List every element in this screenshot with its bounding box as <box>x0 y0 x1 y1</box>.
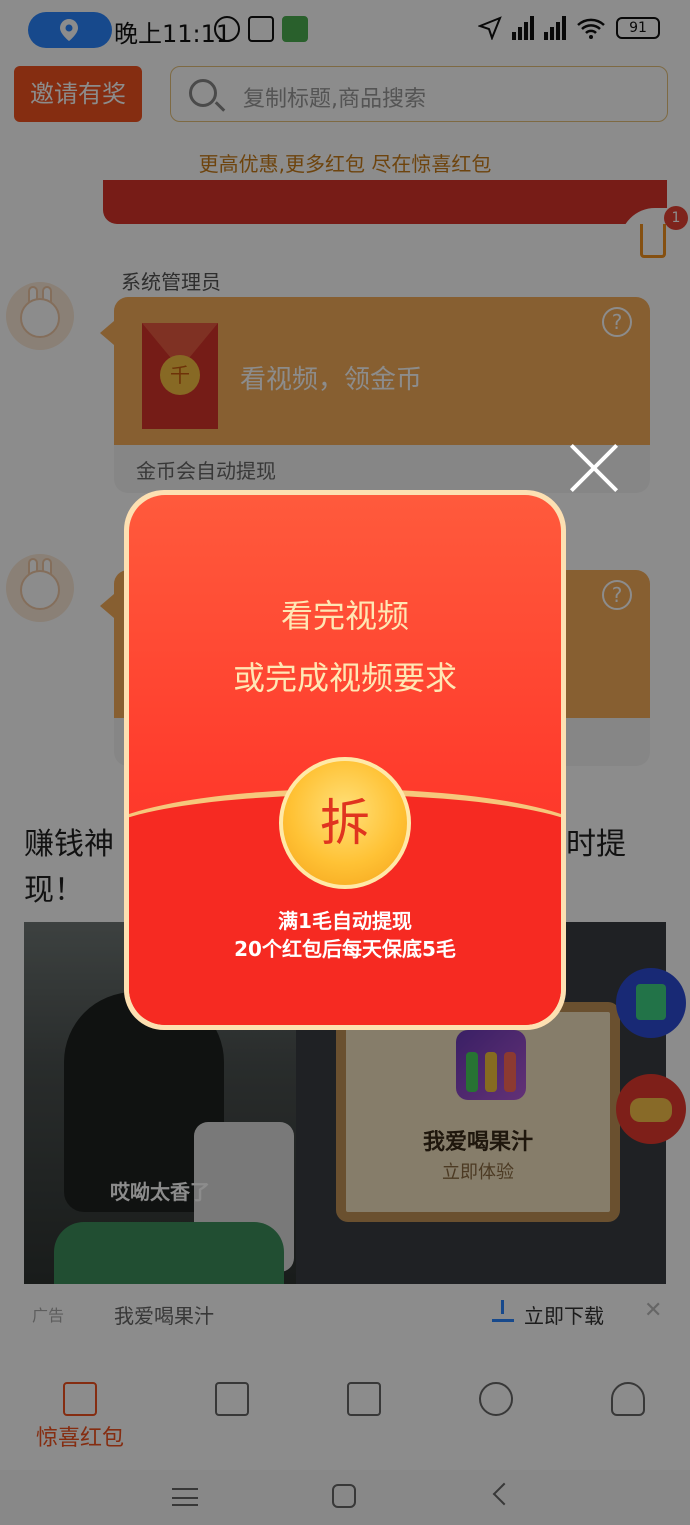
modal-note-1: 满1毛自动提现 <box>278 909 412 933</box>
modal-line-1: 看完视频 <box>280 597 409 635</box>
open-red-packet-button[interactable]: 拆 <box>279 757 411 889</box>
modal-note-2: 20个红包后每天保底5毛 <box>234 937 456 961</box>
modal-line-2: 或完成视频要求 <box>232 659 457 697</box>
close-icon[interactable] <box>566 440 622 496</box>
red-packet-modal: 看完视频 或完成视频要求 拆 满1毛自动提现 20个红包后每天保底5毛 <box>124 490 566 1030</box>
